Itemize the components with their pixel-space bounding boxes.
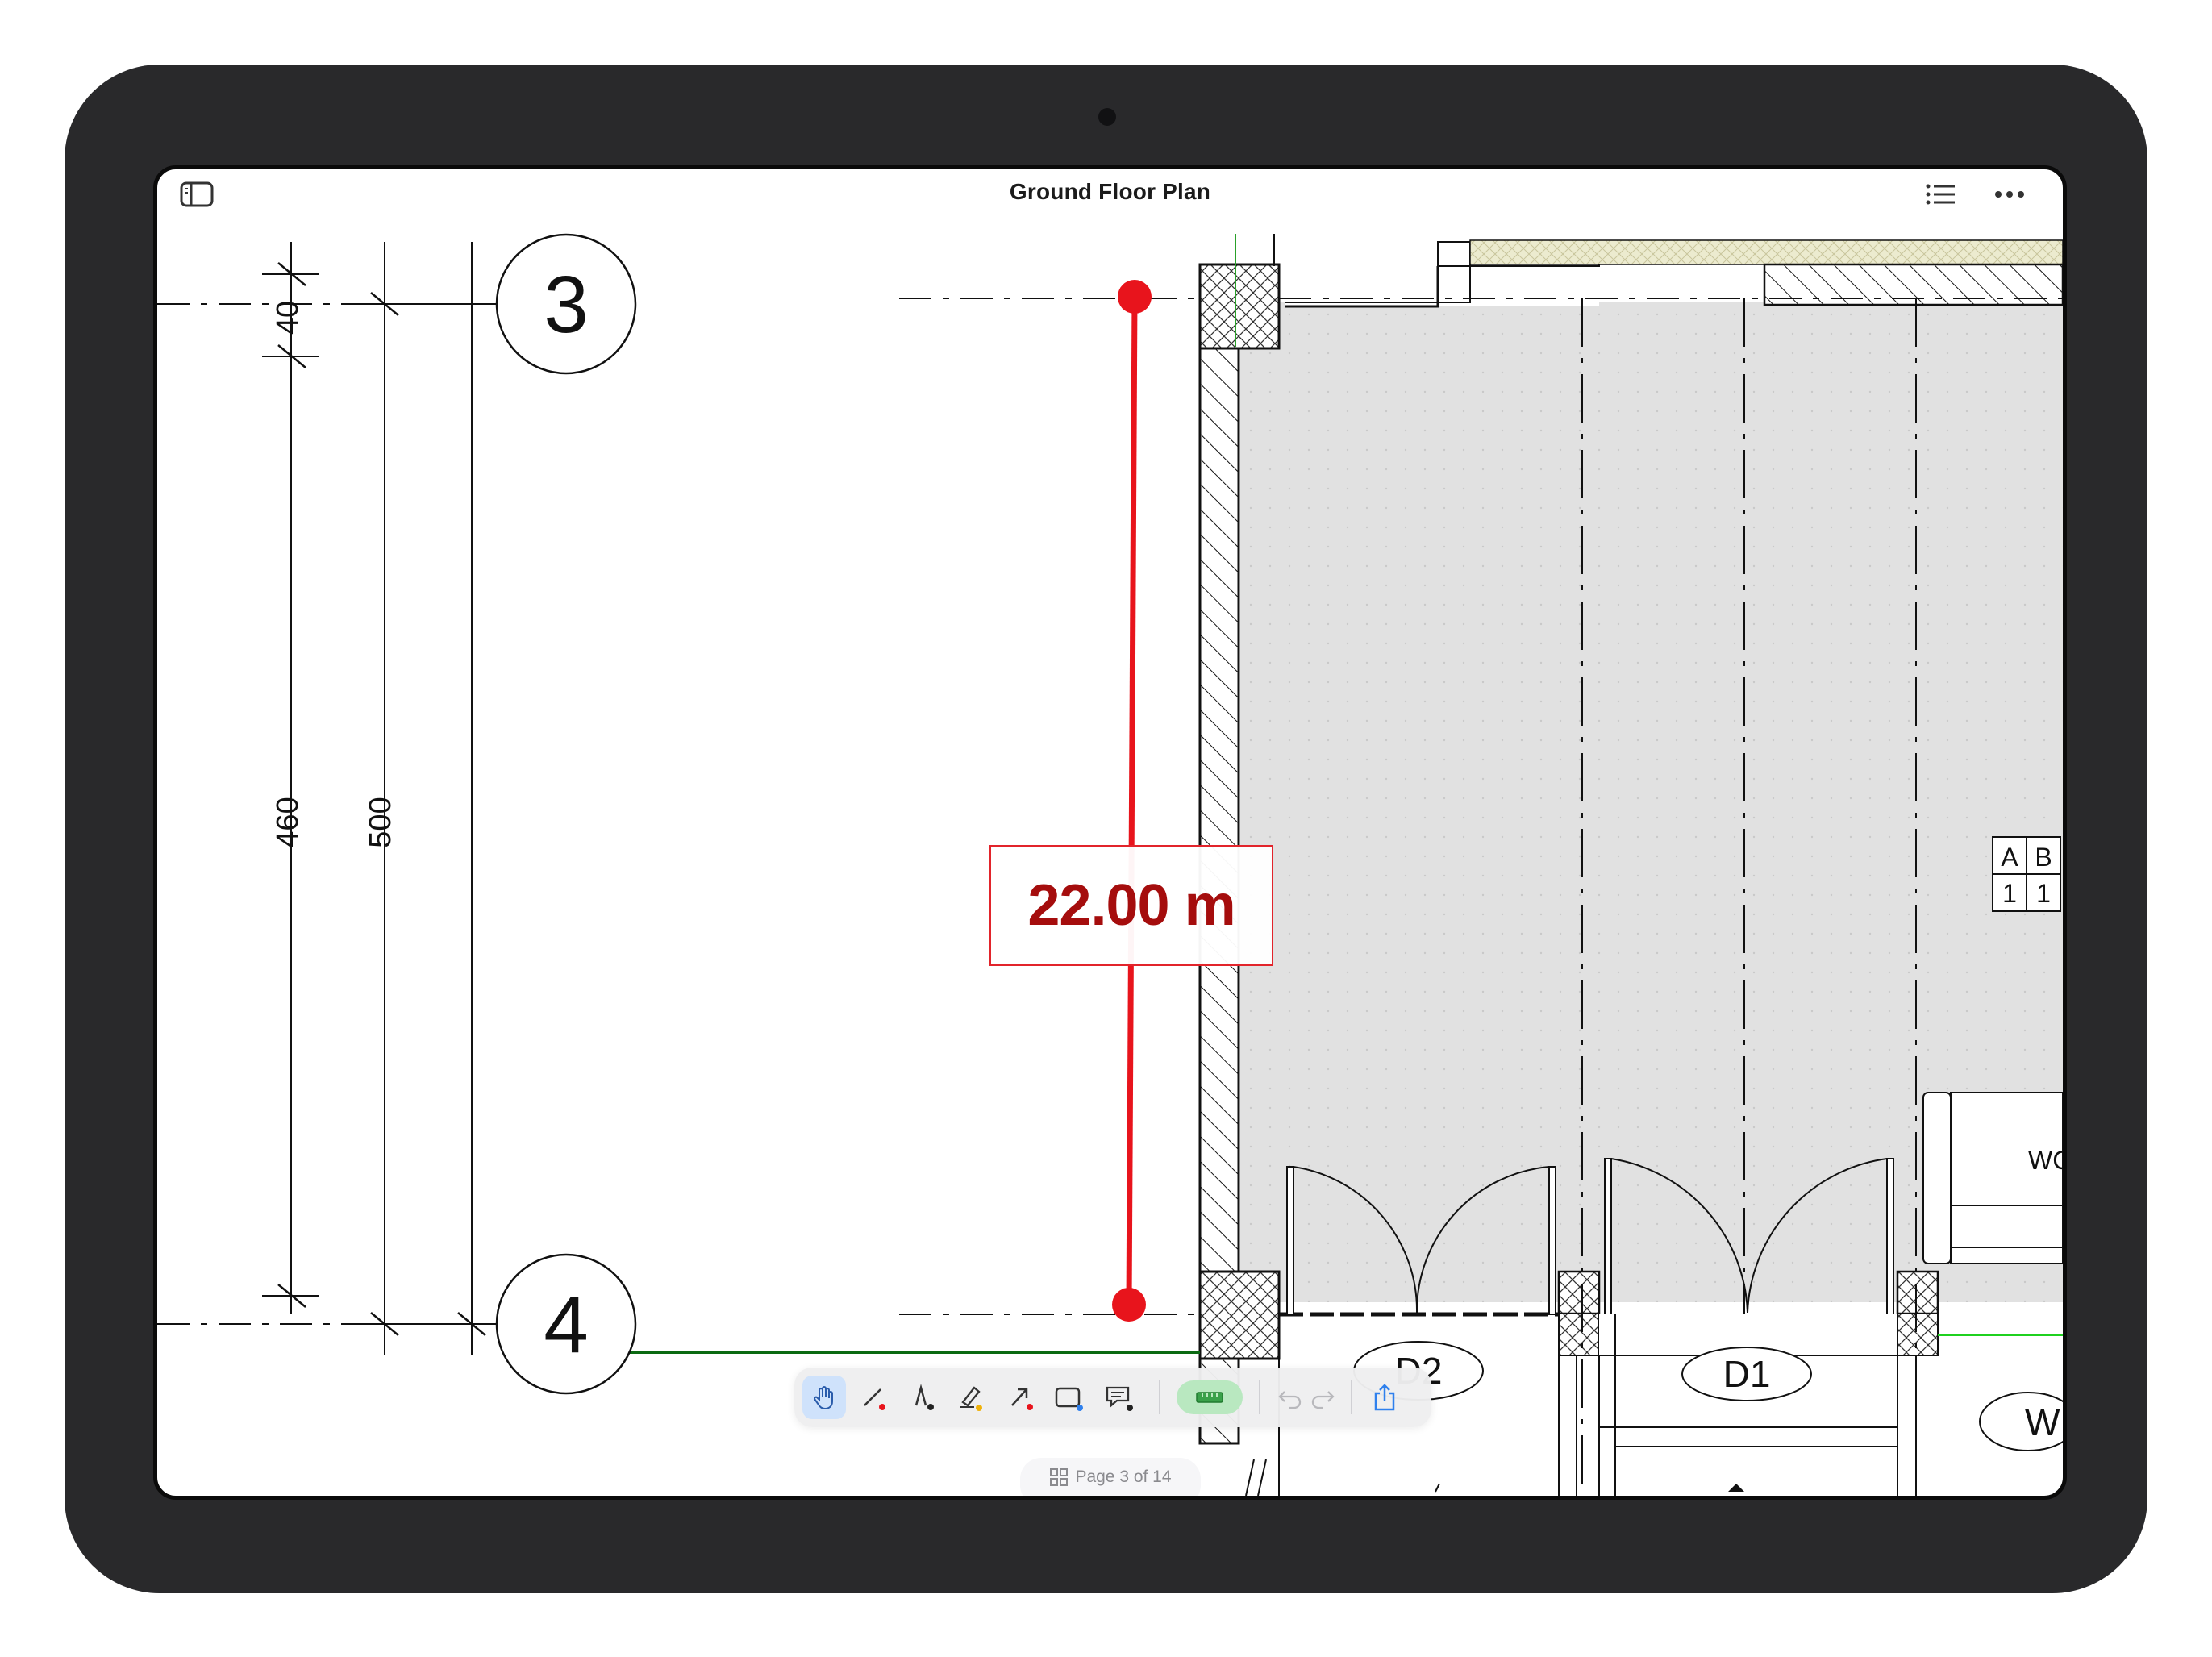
rectangle-tool-button[interactable]	[1048, 1376, 1091, 1419]
measure-tool-button[interactable]	[1177, 1380, 1243, 1414]
undo-icon	[1278, 1391, 1302, 1409]
top-right-actions	[1906, 169, 2044, 219]
measure-icon	[1196, 1392, 1223, 1403]
table-header-b: B	[2035, 843, 2052, 872]
dimension-460: 460	[271, 797, 305, 847]
toolbar-divider	[1259, 1380, 1260, 1414]
measurement-label[interactable]: 22.00 m	[989, 845, 1273, 966]
ellipsis-icon	[1995, 191, 2024, 198]
measurement-line[interactable]	[1126, 296, 1138, 1305]
line-icon	[864, 1388, 885, 1410]
page-indicator[interactable]: Page 3 of 14	[1020, 1458, 1201, 1496]
front-camera	[1098, 108, 1116, 126]
roof-edge-strip	[1469, 239, 2063, 265]
highlighter-icon	[960, 1386, 982, 1411]
redo-button[interactable]	[1301, 1376, 1344, 1419]
share-icon	[1374, 1384, 1395, 1411]
document-title: Ground Floor Plan	[1009, 179, 1211, 204]
measurement-end-handle[interactable]	[1112, 1288, 1146, 1322]
top-bar: Ground Floor Plan	[157, 169, 2063, 231]
outline-button[interactable]	[1916, 174, 1964, 214]
annotation-toolbar	[794, 1368, 1431, 1427]
floor-plan-canvas[interactable]: 40 460 500 3 4 D1 W A B 1 1 W	[157, 169, 2063, 1496]
table-header-a: A	[2001, 843, 2018, 872]
hand-icon	[814, 1386, 833, 1410]
arrow-icon	[1011, 1388, 1033, 1410]
measurement-start-handle[interactable]	[1118, 280, 1152, 314]
arrow-tool-button[interactable]	[999, 1376, 1043, 1419]
comment-icon	[1106, 1386, 1133, 1411]
share-button[interactable]	[1363, 1376, 1406, 1419]
line-tool-button[interactable]	[852, 1376, 896, 1419]
dimension-500: 500	[364, 797, 398, 847]
list-icon	[1926, 184, 1955, 205]
more-button[interactable]	[1985, 174, 2034, 214]
pen-icon	[914, 1384, 934, 1410]
rectangle-icon	[1055, 1387, 1083, 1411]
grid-axis-4-label: 4	[544, 1280, 589, 1370]
dimension-40: 40	[271, 301, 305, 335]
table-value-b: 1	[2036, 879, 2051, 908]
grid-view-icon	[1050, 1468, 1069, 1486]
comment-tool-button[interactable]	[1098, 1376, 1141, 1419]
wc-label: WC	[2028, 1146, 2063, 1175]
pen-tool-button[interactable]	[901, 1376, 944, 1419]
door-tag-d1-label: D1	[1723, 1353, 1771, 1395]
table-value-a: 1	[2002, 879, 2017, 908]
highlighter-tool-button[interactable]	[949, 1376, 993, 1419]
hand-tool-button[interactable]	[802, 1376, 846, 1419]
wc-fixture	[1922, 1092, 2063, 1264]
page-label: Page 3 of 14	[1075, 1468, 1172, 1486]
redo-icon	[1311, 1391, 1335, 1409]
room-tag-w-label: W	[2025, 1401, 2060, 1443]
screen: 40 460 500 3 4 D1 W A B 1 1 W 22.00 m Gr…	[153, 165, 2067, 1500]
grid-axis-3-label: 3	[544, 260, 589, 350]
toolbar-divider	[1351, 1380, 1352, 1414]
toolbar-divider	[1159, 1380, 1160, 1414]
